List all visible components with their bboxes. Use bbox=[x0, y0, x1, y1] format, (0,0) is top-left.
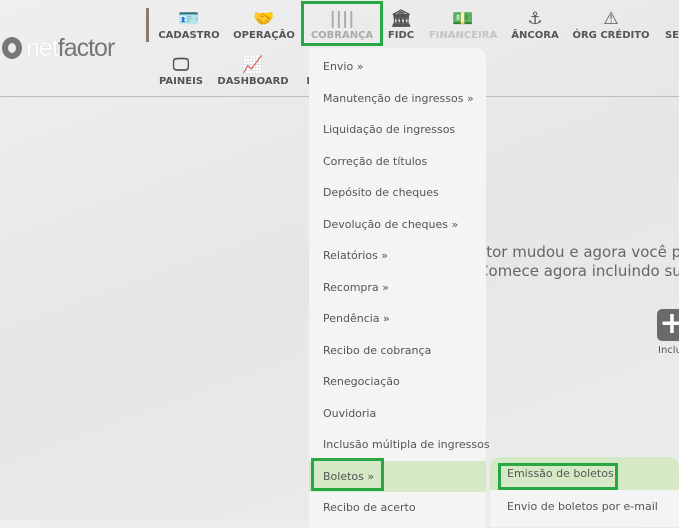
nav-cadastro[interactable]: 🪪 CADASTRO bbox=[158, 8, 219, 41]
boletos-focus-box bbox=[311, 458, 384, 491]
menu-item[interactable]: Liquidação de ingressos bbox=[309, 114, 486, 145]
menu-item[interactable]: Envio » bbox=[309, 51, 486, 82]
nav-paineis[interactable]: 🖵 PAINEIS bbox=[159, 54, 203, 87]
hero-line-2: Comece agora incluindo su bbox=[478, 262, 679, 280]
menu-item[interactable]: Correção de títulos bbox=[309, 146, 486, 177]
menu-item[interactable]: Manutenção de ingressos » bbox=[309, 83, 486, 114]
nav-fidc[interactable]: 🏛 FIDC bbox=[388, 8, 414, 41]
submenu-item[interactable]: Envio de boletos por e-mail bbox=[490, 490, 679, 523]
menu-item[interactable]: Recibo de cobrança bbox=[309, 335, 486, 366]
money-icon: 💵 bbox=[452, 9, 474, 29]
plus-icon[interactable]: + bbox=[657, 309, 679, 341]
id-card-icon: 🪪 bbox=[178, 9, 200, 29]
nav-dashboard[interactable]: 📈 DASHBOARD bbox=[217, 54, 288, 87]
hero-line-1: ctor mudou e agora você p bbox=[478, 243, 679, 261]
nav-org-credito[interactable]: ⚠ ÓRG CRÉDITO bbox=[572, 8, 649, 41]
nav-financeira[interactable]: 💵 FINANCEIRA bbox=[429, 8, 497, 41]
netfactor-logo: netfactor bbox=[2, 34, 115, 63]
handshake-icon: 🤝 bbox=[253, 9, 275, 29]
menu-item[interactable]: Inclusão múltipla de ingressos bbox=[309, 429, 490, 460]
menu-item[interactable]: Relatórios » bbox=[309, 240, 486, 271]
nav-ancora[interactable]: ⚓ ÂNCORA bbox=[511, 8, 558, 41]
warning-icon: ⚠ bbox=[603, 9, 619, 29]
menu-item[interactable]: Recibo de acerto bbox=[309, 492, 486, 523]
cobranca-dropdown: Envio » Manutenção de ingressos » Liquidaç… bbox=[309, 48, 490, 528]
nav-se[interactable]: SE bbox=[665, 8, 679, 41]
monitor-icon: 🖵 bbox=[172, 55, 190, 75]
bank-icon: 🏛 bbox=[390, 9, 412, 29]
include-label: Inclu bbox=[658, 345, 679, 356]
menu-item[interactable]: Devolução de cheques » bbox=[309, 209, 486, 240]
menu-item[interactable]: Pendência » bbox=[309, 303, 486, 334]
nav-operacao[interactable]: 🤝 OPERAÇÃO bbox=[233, 8, 295, 41]
menu-item[interactable]: Recompra » bbox=[309, 272, 486, 303]
emissao-focus-box bbox=[498, 463, 618, 490]
menu-item[interactable]: Ouvidoria bbox=[309, 398, 486, 429]
menu-item[interactable]: Depósito de cheques bbox=[309, 177, 486, 208]
anchor-icon: ⚓ bbox=[527, 9, 543, 29]
menu-item[interactable]: Renegociação bbox=[309, 366, 486, 397]
cobranca-focus-box bbox=[301, 1, 383, 46]
header-divider bbox=[146, 8, 149, 42]
area-chart-icon: 📈 bbox=[242, 55, 264, 75]
